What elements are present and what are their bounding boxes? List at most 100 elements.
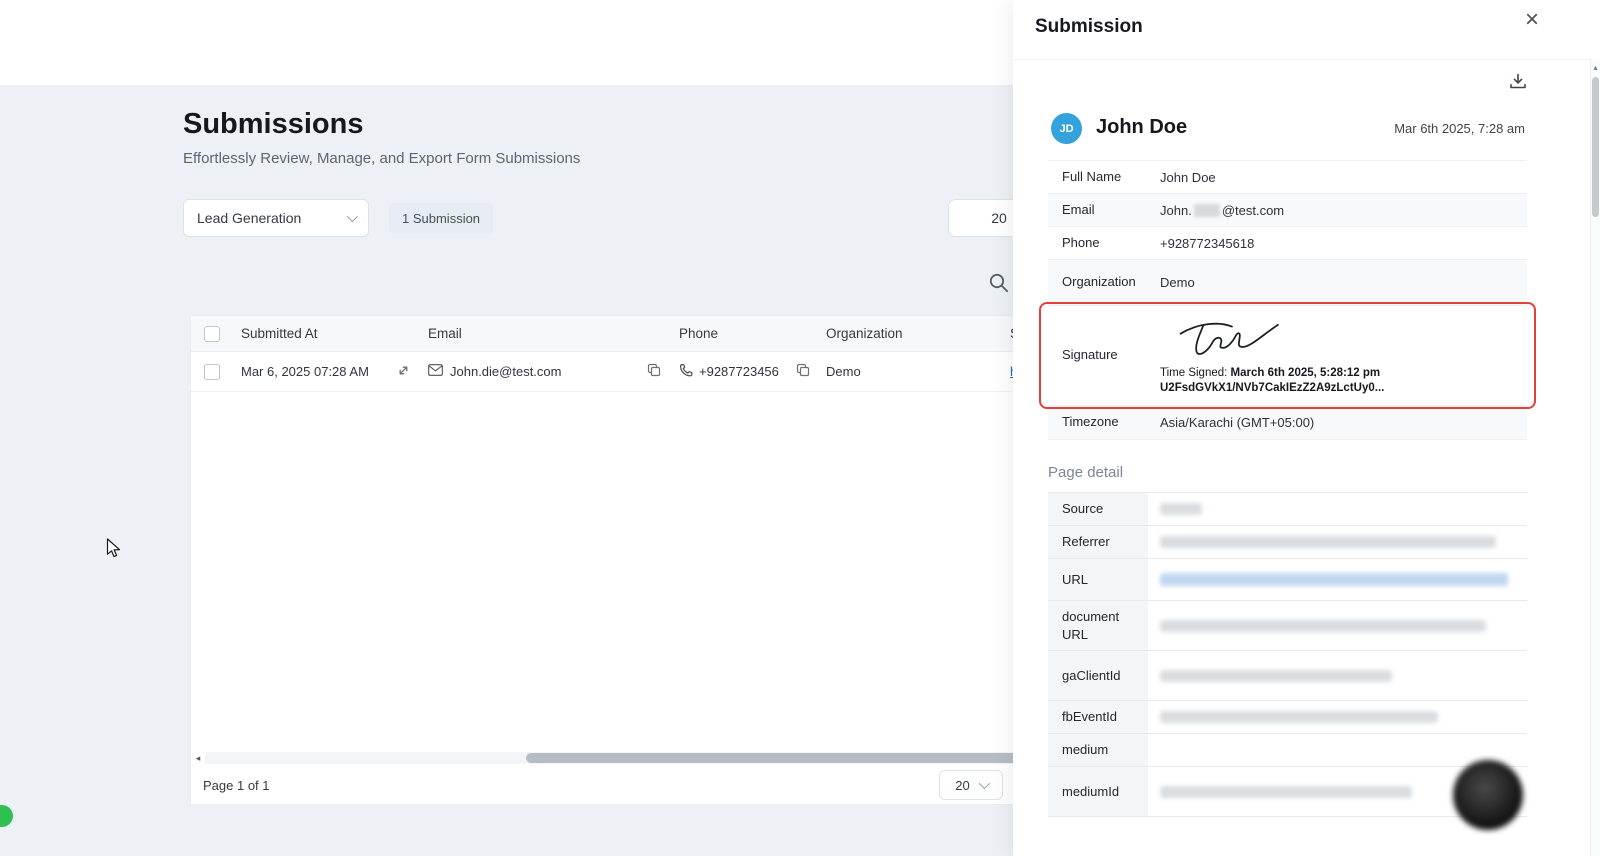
submissions-table: Submitted At Email Phone Organization S … (190, 315, 1013, 805)
field-value: John. @test.com (1158, 197, 1527, 224)
detail-row-url: URL (1048, 559, 1527, 601)
column-header-status: S (1004, 326, 1013, 341)
top-header (0, 0, 1013, 85)
detail-label: mediumId (1048, 767, 1148, 817)
detail-label: documentURL (1048, 601, 1148, 651)
column-header-email: Email (428, 326, 462, 341)
top-page-size-value: 20 (991, 210, 1007, 226)
download-button[interactable] (1508, 72, 1528, 96)
field-value: Asia/Karachi (GMT+05:00) (1160, 415, 1315, 430)
redacted-value (1160, 536, 1496, 548)
expand-icon (397, 364, 410, 380)
column-header-organization: Organization (826, 326, 903, 341)
redacted-value (1160, 669, 1392, 682)
field-value: Demo (1160, 275, 1195, 290)
download-icon (1508, 73, 1528, 95)
field-label: Signature (1062, 347, 1118, 363)
chevron-down-icon (346, 210, 359, 223)
field-row-signature: Signature Time Signed: March 6th 2025, 5… (1039, 302, 1536, 409)
scroll-left-icon[interactable]: ◂ (191, 753, 205, 764)
vertical-scrollbar-thumb[interactable] (1592, 77, 1599, 217)
submission-fields-table: Full Name John Doe Email John. @test.com… (1039, 160, 1536, 440)
pagination-label: Page 1 of 1 (203, 777, 270, 793)
table-footer: Page 1 of 1 20 (191, 764, 1013, 806)
top-page-size-select[interactable]: 20 (948, 199, 1013, 237)
field-row-email: Email John. @test.com (1048, 194, 1527, 227)
vertical-scrollbar[interactable]: ▴ (1590, 59, 1600, 856)
page-detail-heading: Page detail (1048, 464, 1124, 481)
field-row-phone: Phone +928772345618 (1048, 227, 1527, 260)
page-subtitle: Effortlessly Review, Manage, and Export … (183, 150, 581, 167)
detail-label: URL (1048, 559, 1148, 600)
submission-count-badge: 1 Submission (389, 203, 494, 233)
horizontal-scrollbar-track[interactable] (205, 752, 1013, 764)
horizontal-scrollbar[interactable]: ◂ (191, 752, 1013, 764)
column-header-submitted-at: Submitted At (241, 326, 318, 341)
field-label: Organization (1062, 274, 1136, 290)
close-button[interactable]: × (1525, 8, 1539, 32)
field-label: Email (1062, 201, 1095, 217)
redacted-value (1160, 503, 1202, 515)
table-empty-space (191, 392, 1013, 752)
organization-value: Demo (826, 364, 861, 379)
detail-row-medium: medium (1048, 734, 1527, 768)
app-window: Submissions Effortlessly Review, Manage,… (0, 0, 1600, 856)
row-checkbox[interactable] (204, 363, 220, 380)
phone-value: +9287723456 (699, 364, 779, 379)
submission-count-label: 1 Submission (402, 210, 481, 226)
submission-detail-panel: Submission × JD John Doe Mar 6th 2025, 7… (1013, 0, 1600, 856)
detail-row-fbeventid: fbEventId (1048, 701, 1527, 735)
blurred-widget (1453, 760, 1523, 830)
signature-image (1170, 316, 1527, 365)
redacted-value (1160, 619, 1486, 632)
field-value: Time Signed: March 6th 2025, 5:28:12 pm … (1158, 312, 1527, 400)
detail-row-source: Source (1048, 493, 1527, 526)
detail-label: gaClientId (1048, 651, 1148, 701)
copy-icon (647, 363, 661, 380)
page-size-value: 20 (955, 777, 970, 793)
copy-phone-button[interactable] (796, 363, 810, 380)
detail-label: Referrer (1048, 526, 1148, 558)
redacted-value (1160, 785, 1412, 798)
detail-row-documenturl: documentURL (1048, 601, 1527, 652)
search-icon (987, 273, 1011, 299)
redacted-text (1193, 203, 1220, 217)
signature-hash: U2FsdGVkX1/NVb7CakIEzZ2A9zLctUy0... (1160, 381, 1385, 394)
email-suffix: @test.com (1221, 202, 1285, 218)
field-label: Timezone (1062, 414, 1119, 430)
column-header-phone: Phone (679, 326, 719, 341)
field-label: Full Name (1062, 168, 1122, 184)
redacted-link-value (1160, 573, 1508, 586)
page-size-select[interactable]: 20 (939, 770, 1003, 800)
search-button[interactable] (987, 271, 1013, 297)
horizontal-scrollbar-thumb[interactable] (526, 753, 1013, 763)
contact-name: John Doe (1096, 116, 1188, 138)
scroll-up-icon[interactable]: ▴ (1591, 59, 1600, 72)
form-filter-label: Lead Generation (197, 210, 302, 226)
expand-row-button[interactable] (397, 364, 410, 380)
select-all-checkbox[interactable] (204, 325, 220, 342)
page-detail-table: Source Referrer URL documentURL gaClient… (1048, 492, 1527, 818)
detail-label: medium (1048, 734, 1148, 767)
table-row[interactable]: Mar 6, 2025 07:28 AM John.die@test.com +… (191, 352, 1013, 392)
email-icon (428, 364, 443, 379)
field-row-organization: Organization Demo (1048, 260, 1527, 306)
field-value: John Doe (1160, 169, 1216, 185)
field-value: +928772345618 (1160, 235, 1255, 251)
copy-icon (796, 363, 810, 380)
detail-label: fbEventId (1048, 701, 1148, 734)
time-signed-value: March 6th 2025, 5:28:12 pm (1230, 366, 1381, 379)
main-area: Submissions Effortlessly Review, Manage,… (0, 0, 1013, 856)
email-prefix: John. (1160, 202, 1192, 218)
avatar: JD (1051, 113, 1082, 144)
form-filter-select[interactable]: Lead Generation (183, 199, 369, 237)
chevron-down-icon (978, 777, 990, 790)
avatar-initials: JD (1059, 122, 1074, 135)
panel-divider (1013, 59, 1600, 60)
detail-row-gaclientid: gaClientId (1048, 651, 1527, 702)
detail-label: Source (1048, 493, 1148, 525)
email-value: John.die@test.com (450, 364, 562, 379)
copy-email-button[interactable] (647, 363, 661, 380)
submitted-at-value: Mar 6, 2025 07:28 AM (241, 364, 369, 379)
time-signed-label: Time Signed: (1160, 366, 1231, 379)
